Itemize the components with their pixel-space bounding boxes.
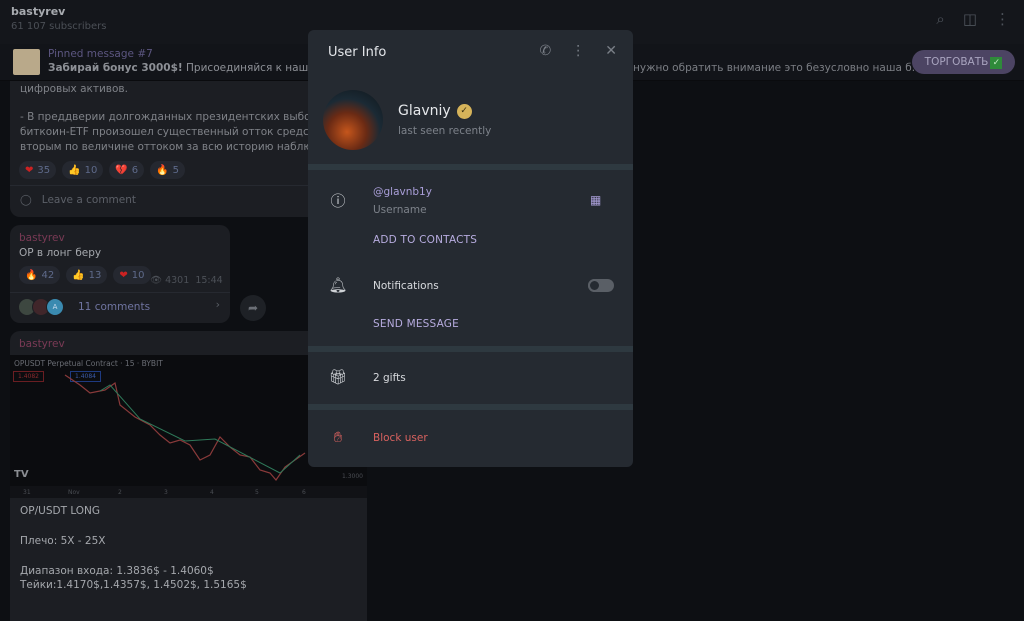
channel-title[interactable]: bastyrev (11, 5, 65, 18)
trade-label: ТОРГОВАТЬ (924, 56, 989, 68)
divider (308, 404, 633, 410)
gift-icon: 🎁︎ (328, 368, 348, 386)
username-value[interactable]: @glavnb1y (373, 186, 432, 198)
tick-label: 5 (255, 489, 259, 496)
qr-code-icon[interactable]: ▦ (590, 193, 601, 207)
tick-label: 4 (210, 489, 214, 496)
sidebar-toggle-icon[interactable]: ◫ (963, 10, 977, 28)
comments-link[interactable]: 11 comments (78, 301, 150, 313)
notifications-toggle[interactable] (588, 279, 614, 292)
user-name-text: Glavniy (398, 103, 451, 119)
time-axis: 31 Nov 2 3 4 5 6 (10, 486, 367, 498)
share-button[interactable]: ➦ (240, 295, 266, 321)
check-icon: ✓ (990, 57, 1003, 69)
pinned-text-bold: Забирай бонус 3000$! (48, 62, 183, 74)
message-line: - В преддверии долгожданных президентски… (20, 111, 330, 123)
message-bubble: bastyrev OP в лонг беру 🔥 42 👍 13 ❤ 10 👁 43… (10, 225, 230, 323)
reaction-count: 6 (131, 164, 139, 176)
close-icon[interactable]: ✕ (605, 43, 617, 59)
message-line: Плечо: 5X - 25X (20, 535, 106, 547)
reaction-count: 10 (131, 269, 145, 281)
comment-icon: ◯ (20, 194, 32, 206)
comment-label: Leave a comment (41, 194, 137, 206)
reaction[interactable]: 🔥 42 (19, 266, 61, 284)
reaction-count: 42 (41, 269, 55, 281)
send-message-button[interactable]: SEND MESSAGE (373, 318, 459, 330)
message-author[interactable]: bastyrev (19, 232, 65, 244)
pinned-text-body: Присоединяйся к нашей ко (186, 62, 308, 74)
more-vertical-icon[interactable]: ⋮ (571, 43, 585, 59)
reaction-count: 13 (88, 269, 102, 281)
user-info-dialog: User Info ✆ ⋮ ✕ Glavniy ✓ last seen recen… (308, 30, 633, 467)
more-vertical-icon[interactable]: ⋮ (995, 10, 1010, 28)
commenter-avatars: A (18, 298, 64, 316)
info-icon: ⓘ (330, 192, 346, 210)
avatar[interactable] (323, 90, 383, 150)
share-arrow-icon: ➦ (247, 301, 259, 315)
message-line: вторым по величине оттоком за всю истори… (20, 141, 310, 153)
tick-label: Nov (68, 489, 80, 496)
search-icon[interactable]: ⌕ (936, 10, 944, 28)
message-line: Диапазон входа: 1.3836$ - 1.4060$ (20, 565, 214, 577)
reaction-count: 10 (84, 164, 98, 176)
reaction[interactable]: ❤ 10 (113, 266, 151, 284)
reaction-count: 5 (172, 164, 179, 176)
tick-label: 2 (118, 489, 122, 496)
block-user-button[interactable]: Block user (373, 432, 428, 444)
divider (308, 346, 633, 352)
message-line: Тейки:1.4170$,1.4357$, 1.4502$, 1.5165$ (20, 579, 247, 591)
pinned-text: Забирай бонус 3000$! Присоединяйся к наш… (48, 62, 308, 74)
message-time: 15:44 (195, 275, 223, 286)
dialog-title: User Info (328, 45, 387, 60)
reaction[interactable]: 🔥 5 (150, 161, 185, 179)
bell-icon: 🔔︎ (328, 276, 348, 294)
message-author[interactable]: bastyrev (19, 338, 65, 350)
broken-heart-icon: 💔 (115, 164, 128, 176)
fire-icon: 🔥 (156, 164, 169, 176)
fire-icon: 🔥 (25, 269, 38, 281)
notifications-label: Notifications (373, 280, 439, 292)
trade-button[interactable]: ТОРГОВАТЬ ✓ (912, 50, 1015, 74)
message-text: OP в лонг беру (19, 247, 102, 259)
divider (10, 292, 230, 293)
tick-label: 3 (164, 489, 168, 496)
thumbs-up-icon: 👍 (72, 269, 85, 281)
add-to-contacts-button[interactable]: ADD TO CONTACTS (373, 234, 477, 246)
view-count: 4301 (165, 275, 190, 286)
tick-label: 31 (23, 489, 31, 496)
gifts-item[interactable]: 2 gifts (373, 372, 406, 384)
reaction[interactable]: ❤ 35 (19, 161, 57, 179)
pinned-title: Pinned message #7 (48, 48, 153, 60)
reaction[interactable]: 💔 6 (109, 161, 145, 179)
pinned-thumbnail (13, 49, 40, 75)
tick-label: 6 (302, 489, 306, 496)
reaction[interactable]: 👍 10 (62, 161, 104, 179)
leave-comment-button[interactable]: ◯ Leave a comment (20, 194, 136, 206)
divider (308, 164, 633, 170)
pinned-text-tail: нужно обратить внимание это безусловно н… (633, 62, 922, 74)
price-axis-label: 1.3000 (342, 473, 363, 480)
message-line: цифровых активов. (20, 83, 128, 95)
verified-icon: ✓ (456, 103, 472, 119)
user-name: Glavniy ✓ (398, 103, 472, 119)
user-status: last seen recently (398, 125, 492, 137)
reaction[interactable]: 👍 13 (66, 266, 108, 284)
message-line: биткоин-ETF произошел существенный отток… (20, 126, 310, 138)
hand-stop-icon: ✋︎ (333, 428, 343, 446)
heart-icon: ❤ (119, 269, 128, 281)
message-meta: 👁 4301 15:44 (150, 275, 223, 286)
username-label: Username (373, 204, 427, 216)
eye-icon: 👁 (150, 275, 163, 286)
reaction-count: 35 (37, 164, 51, 176)
phone-icon[interactable]: ✆ (540, 43, 552, 59)
tradingview-logo: TV (14, 469, 29, 480)
thumbs-up-icon: 👍 (68, 164, 81, 176)
subscriber-count: 61 107 subscribers (11, 21, 107, 32)
chevron-right-icon[interactable]: › (216, 298, 220, 311)
message-line: OP/USDT LONG (20, 505, 101, 517)
heart-icon: ❤ (25, 164, 34, 176)
